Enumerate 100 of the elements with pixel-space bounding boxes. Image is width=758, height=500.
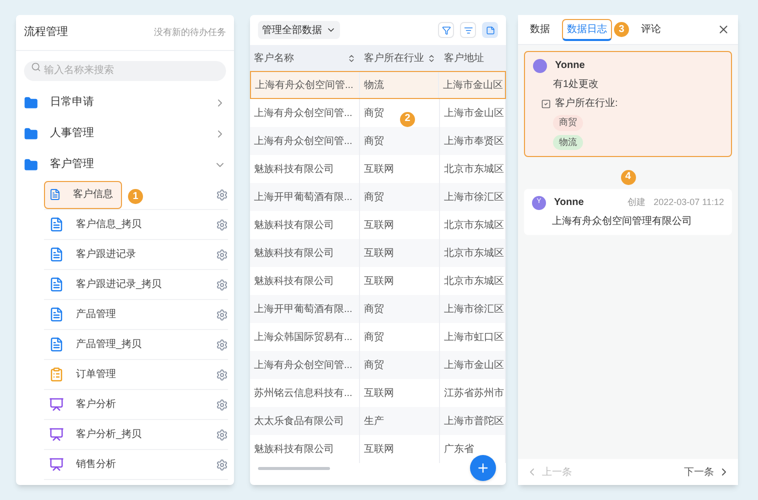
table-row[interactable]: 魅族科技有限公司 互联网 北京市东城区 xyxy=(250,211,506,239)
table-cell-text: 魅族科技有限公司 xyxy=(254,246,334,260)
table-cell-text: 北京市东城区 xyxy=(444,246,504,260)
table-cell-text: 商贸 xyxy=(364,358,384,372)
form-item[interactable]: 客户信息 xyxy=(44,180,122,208)
form-item[interactable]: 产品管理 xyxy=(44,300,125,328)
chart-icon xyxy=(49,457,64,472)
settings-icon[interactable] xyxy=(216,338,228,350)
table-cell-text: 上海市徐汇区 xyxy=(444,302,504,316)
tab[interactable]: 评论 xyxy=(637,18,665,40)
chart-icon xyxy=(49,427,64,442)
document-icon xyxy=(49,247,64,262)
table-cell-text: 生产 xyxy=(364,414,384,428)
table-cell-text: 上海市虹口区 xyxy=(444,330,504,344)
table-row[interactable]: 太太乐食品有限公司 生产 上海市普陀区 xyxy=(250,407,506,435)
user-name: Yonne xyxy=(554,196,585,210)
table-cell-text: 上海有舟众创空间管... xyxy=(254,106,352,120)
column-header[interactable]: 客户名称 xyxy=(250,45,360,71)
tab[interactable]: 数据 xyxy=(526,18,554,40)
table-row[interactable]: 魅族科技有限公司 互联网 北京市东城区 xyxy=(250,155,506,183)
form-item[interactable]: 客户信息_拷贝 xyxy=(44,210,151,238)
table-cell-text: 互联网 xyxy=(364,274,394,288)
form-item[interactable]: 客户分析_拷贝 xyxy=(44,420,151,448)
chart-icon xyxy=(49,397,64,412)
table-row[interactable]: 魅族科技有限公司 互联网 广东省 xyxy=(250,435,506,463)
folder-row[interactable]: 人事管理 xyxy=(16,118,234,149)
table-row[interactable]: 魅族科技有限公司 互联网 北京市东城区 xyxy=(250,239,506,267)
table-row[interactable]: 苏州铭云信息科技有... 互联网 江苏省苏州市 xyxy=(250,379,506,407)
column-header[interactable]: 客户所在行业 xyxy=(360,45,440,71)
step-marker: 4 xyxy=(620,170,636,184)
table-cell-text: 魅族科技有限公司 xyxy=(254,442,334,456)
settings-icon[interactable] xyxy=(216,398,228,410)
filter-button[interactable] xyxy=(438,22,454,38)
field-icon xyxy=(541,98,551,108)
folder-row[interactable]: 日常申请 xyxy=(16,87,234,118)
settings-icon[interactable] xyxy=(216,308,228,320)
table-cell-text: 上海市奉贤区 xyxy=(444,134,504,148)
table-cell-text: 苏州铭云信息科技有... xyxy=(254,386,352,400)
document-icon xyxy=(49,307,64,322)
settings-icon[interactable] xyxy=(216,188,228,200)
table-cell-text: 北京市东城区 xyxy=(444,162,504,176)
add-icon xyxy=(476,461,490,475)
table-cell-text: 互联网 xyxy=(364,442,394,456)
value-tag: 商贸 xyxy=(553,115,583,130)
table-cell-text: 北京市东城区 xyxy=(444,274,504,288)
document-icon xyxy=(49,187,61,202)
table-row[interactable]: 上海有舟众创空间管... 商贸 上海市金山区 xyxy=(250,351,506,379)
table-cell-text: 江苏省苏州市 xyxy=(444,386,504,400)
form-item[interactable]: 客户分析 xyxy=(44,390,125,418)
form-item[interactable]: 销售分析 xyxy=(44,450,125,478)
table-row[interactable]: 上海开甲葡萄酒有限... 商贸 上海市徐汇区 xyxy=(250,295,506,323)
close-icon[interactable] xyxy=(717,23,730,36)
table-cell-text: 上海市金山区 xyxy=(443,78,503,92)
settings-icon[interactable] xyxy=(216,368,228,380)
table-row[interactable]: 上海有舟众创空间管... 物流 上海市金山区 xyxy=(250,71,506,99)
table-row[interactable]: 上海开甲葡萄酒有限... 商贸 上海市徐汇区 xyxy=(250,183,506,211)
add-button[interactable] xyxy=(470,455,496,481)
settings-icon[interactable] xyxy=(216,218,228,230)
step-marker: 1 xyxy=(128,189,143,204)
settings-icon[interactable] xyxy=(216,428,228,440)
table-cell-text: 上海众韩国际贸易有... xyxy=(254,330,352,344)
table-cell-text: 广东省 xyxy=(444,442,474,456)
scrollbar[interactable] xyxy=(258,467,330,470)
document-icon xyxy=(49,217,64,232)
search-icon xyxy=(31,62,41,72)
sort-button[interactable] xyxy=(460,22,476,38)
table-cell-text: 上海有舟众创空间管... xyxy=(254,358,352,372)
column-header[interactable]: 客户地址 xyxy=(440,45,506,71)
user-name: Yonne xyxy=(555,59,586,73)
table-row[interactable]: 上海有舟众创空间管... 商贸 上海市奉贤区 xyxy=(250,127,506,155)
folder-label: 客户管理 xyxy=(50,156,95,172)
tab[interactable]: 数据日志 xyxy=(562,18,612,40)
table-cell-text: 商贸 xyxy=(364,190,384,204)
table-row[interactable]: 上海有舟众创空间管... 商贸 上海市金山区 2 xyxy=(250,99,506,127)
table-cell-text: 互联网 xyxy=(364,386,394,400)
table-row[interactable]: 魅族科技有限公司 互联网 北京市东城区 xyxy=(250,267,506,295)
filter-icon xyxy=(442,26,450,34)
form-item[interactable]: 订单管理 xyxy=(44,360,125,388)
table-cell-text: 互联网 xyxy=(364,218,394,232)
list-icon xyxy=(464,26,472,34)
table-cell-text: 互联网 xyxy=(364,162,394,176)
form-item[interactable]: 客户跟进记录_拷贝 xyxy=(44,270,171,298)
panel-title: 流程管理 xyxy=(24,24,68,40)
settings-icon[interactable] xyxy=(216,248,228,260)
form-item[interactable]: 产品管理_拷贝 xyxy=(44,330,151,358)
folder-label: 人事管理 xyxy=(50,126,95,142)
table-cell-text: 魅族科技有限公司 xyxy=(254,162,334,176)
avatar xyxy=(533,58,547,72)
table-row[interactable]: 上海众韩国际贸易有... 商贸 上海市虹口区 xyxy=(250,323,506,351)
scope-dropdown[interactable]: 管理全部数据 xyxy=(258,21,340,39)
log-time: 2022-03-07 11:12 xyxy=(654,196,724,209)
action-text: 创建 xyxy=(628,196,646,209)
folder-row[interactable]: 客户管理 xyxy=(16,149,234,180)
notes-button[interactable] xyxy=(482,22,498,38)
search-field[interactable]: 输入名称来搜索 xyxy=(24,60,226,80)
folder-label: 日常申请 xyxy=(50,95,95,110)
next-button[interactable]: 下一条 xyxy=(684,464,730,480)
settings-icon[interactable] xyxy=(216,458,228,470)
form-item[interactable]: 客户跟进记录 xyxy=(44,240,145,268)
settings-icon[interactable] xyxy=(216,278,228,290)
